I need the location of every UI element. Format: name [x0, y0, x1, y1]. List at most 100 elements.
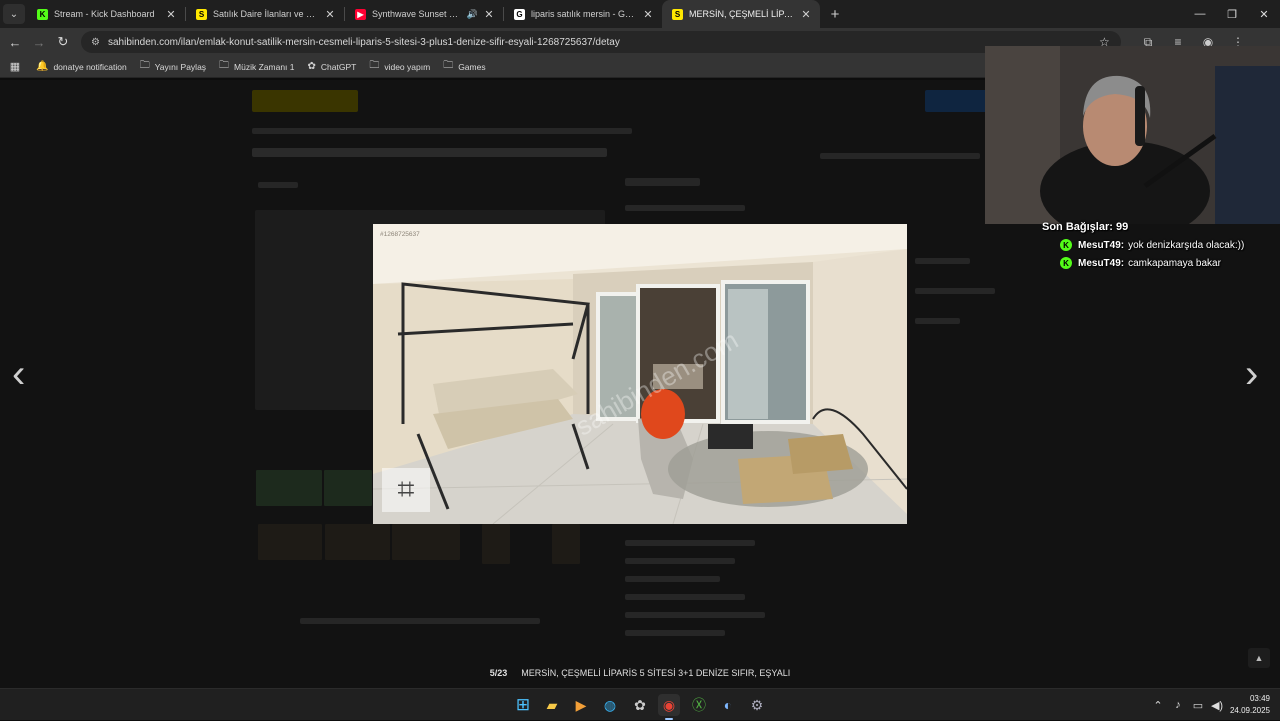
- window-controls: — ❐ ✕: [1184, 0, 1280, 28]
- system-clock[interactable]: 03:49 24.09.2025: [1230, 693, 1270, 717]
- gallery-photo[interactable]: sahibinden.com #1268725637 ⌗: [373, 224, 907, 524]
- photo-counter: 5/23: [489, 668, 508, 678]
- restore-icon[interactable]: ❐: [1216, 0, 1248, 28]
- browser-tab[interactable]: S Satılık Daire İlanları ve Satılık Ev ✕: [186, 0, 344, 28]
- bookmark-item[interactable]: 🗀 video yapım: [369, 58, 430, 75]
- clock-time: 03:49: [1249, 694, 1270, 703]
- network-icon[interactable]: ▭: [1188, 699, 1208, 712]
- recent-donations-label: Son Bağışlar: 99: [1042, 221, 1129, 233]
- bell-icon: 🔔: [36, 61, 49, 72]
- xbox-icon[interactable]: Ⓧ: [688, 694, 710, 716]
- site-info-icon[interactable]: ⚙: [91, 37, 100, 48]
- detail-row: [625, 558, 735, 564]
- description-snippet: [300, 618, 540, 624]
- photo-id-label: #1268725637: [380, 231, 420, 238]
- tab-favicon-icon: ▶: [355, 8, 366, 20]
- chat-message: K MesuT49: camkapamaya bakar: [1060, 257, 1221, 269]
- openai-icon[interactable]: ✿: [629, 694, 651, 716]
- browser-tab[interactable]: K Stream - Kick Dashboard ✕: [27, 0, 185, 28]
- bookmark-label: Müzik Zamanı 1: [234, 61, 295, 72]
- tab-close-icon[interactable]: ✕: [483, 8, 495, 21]
- steam-icon[interactable]: ◐: [717, 694, 739, 716]
- bookmark-item[interactable]: 🗀 Müzik Zamanı 1: [219, 58, 294, 75]
- header-button: [925, 90, 987, 112]
- browser-tab[interactable]: S MERSİN, ÇEŞMELİ LİPARİS 5 SİTE ✕: [662, 0, 820, 28]
- bookmark-label: Yayını Paylaş: [154, 61, 207, 72]
- system-tray: ⌃ ♪ ▭ ◀): [1148, 689, 1226, 721]
- tab-list: K Stream - Kick Dashboard ✕ S Satılık Daire …: [27, 0, 820, 28]
- browser-tab[interactable]: Gliparis satılık mersin - Google'da ✕: [504, 0, 662, 28]
- photo-label: [258, 182, 298, 188]
- tab-title: Synthwave Sunset 🌇 Oyun: [372, 8, 464, 19]
- tab-audio-icon[interactable]: 🔊: [467, 9, 478, 20]
- apps-grid-icon[interactable]: ▦: [2, 60, 28, 73]
- tab-search-button[interactable]: ⌄: [3, 4, 25, 24]
- qr-code-icon[interactable]: ⌗: [382, 468, 430, 512]
- file-explorer-icon[interactable]: ▰: [541, 694, 563, 716]
- browser-tab[interactable]: ▶ Synthwave Sunset 🌇 Oyun🔊 ✕: [345, 0, 503, 28]
- tab-title: MERSİN, ÇEŞMELİ LİPARİS 5 SİTE: [689, 9, 795, 19]
- tab-close-icon[interactable]: ✕: [165, 8, 177, 21]
- address-bar[interactable]: ⚙ sahibinden.com/ilan/emlak-konut-satili…: [81, 31, 1121, 53]
- tab-favicon-icon: S: [672, 8, 683, 20]
- media-player-icon[interactable]: ▶: [570, 694, 592, 716]
- scroll-to-top-button[interactable]: ▲: [1248, 648, 1270, 668]
- listing-title: [252, 148, 607, 157]
- edge-icon[interactable]: ◍: [599, 694, 621, 716]
- chat-username: MesuT49:: [1078, 239, 1125, 251]
- minimize-icon[interactable]: —: [1184, 0, 1216, 28]
- bookmark-item[interactable]: ✿ ChatGPT: [308, 61, 357, 72]
- chatgpt-icon: ✿: [307, 61, 316, 72]
- price-text: [625, 178, 700, 186]
- bookmark-label: donatye notification: [53, 61, 127, 72]
- tab-close-icon[interactable]: ✕: [800, 8, 812, 21]
- folder-icon: 🗀: [369, 60, 380, 71]
- tab-favicon-icon: G: [514, 8, 525, 20]
- folder-icon: 🗀: [139, 60, 150, 71]
- tab-close-icon[interactable]: ✕: [642, 8, 654, 21]
- next-photo-button[interactable]: ›: [1245, 352, 1258, 397]
- new-tab-button[interactable]: +: [824, 6, 846, 23]
- url-text: sahibinden.com/ilan/emlak-konut-satilik-…: [107, 36, 620, 48]
- bookmark-item[interactable]: 🔔 donatye notification: [36, 61, 127, 72]
- tab-close-icon[interactable]: ✕: [324, 8, 336, 21]
- clock-date: 24.09.2025: [1229, 706, 1270, 715]
- folder-icon: 🗀: [219, 60, 230, 71]
- chat-text: camkapamaya bakar: [1128, 257, 1221, 269]
- close-window-icon[interactable]: ✕: [1248, 0, 1280, 28]
- balcony-photo-image: sahibinden.com: [373, 224, 907, 524]
- microphone-icon[interactable]: ♪: [1168, 699, 1188, 711]
- bookmark-label: Games: [458, 61, 486, 72]
- seller-info: [915, 258, 970, 264]
- chat-message: K MesuT49: yok denizkarşıda olacak:)): [1060, 239, 1244, 251]
- bookmark-label: ChatGPT: [320, 61, 357, 72]
- photo-caption: 5/23 MERSİN, ÇEŞMELİ LİPARİS 5 SİTESİ 3+1…: [0, 668, 1280, 678]
- seller-phone: [915, 288, 995, 294]
- previous-photo-button[interactable]: ‹: [12, 352, 25, 397]
- tab-title: Satılık Daire İlanları ve Satılık Ev: [213, 9, 319, 19]
- volume-icon[interactable]: ◀): [1208, 699, 1226, 712]
- windows-taskbar: ⊞ ▰ ▶ ◍ ✿ ◉ Ⓧ ◐ ⚙ ⌃ ♪ ▭ ◀) 03:49 24.09.2…: [0, 688, 1280, 720]
- location-text: [625, 205, 745, 211]
- bookmark-item[interactable]: 🗀 Yayını Paylaş: [140, 58, 206, 75]
- forward-icon[interactable]: →: [27, 35, 51, 50]
- settings-icon[interactable]: ⚙: [746, 694, 768, 716]
- start-menu-icon[interactable]: ⊞: [512, 694, 534, 716]
- detail-row: [625, 612, 765, 618]
- detail-row: [625, 576, 720, 582]
- chrome-icon[interactable]: ◉: [658, 694, 680, 720]
- kick-badge-icon: K: [1060, 257, 1072, 269]
- seller-link: [915, 318, 960, 324]
- bookmark-list: 🔔 donatye notification 🗀 Yayını Paylaş 🗀 Müzi…: [36, 58, 499, 75]
- chat-username: MesuT49:: [1078, 257, 1125, 269]
- reload-icon[interactable]: ↻: [51, 34, 75, 50]
- detail-row: [625, 540, 755, 546]
- webcam-feed-image: [985, 46, 1280, 224]
- listing-caption-text: MERSİN, ÇEŞMELİ LİPARİS 5 SİTESİ 3+1 DEN…: [521, 668, 791, 678]
- thumbnail: [324, 470, 372, 506]
- back-icon[interactable]: ←: [3, 35, 27, 50]
- thumbnail: [482, 524, 510, 564]
- tray-overflow-icon[interactable]: ⌃: [1148, 699, 1168, 712]
- bookmark-item[interactable]: 🗀 Games: [443, 58, 485, 75]
- tab-favicon-icon: S: [196, 8, 207, 20]
